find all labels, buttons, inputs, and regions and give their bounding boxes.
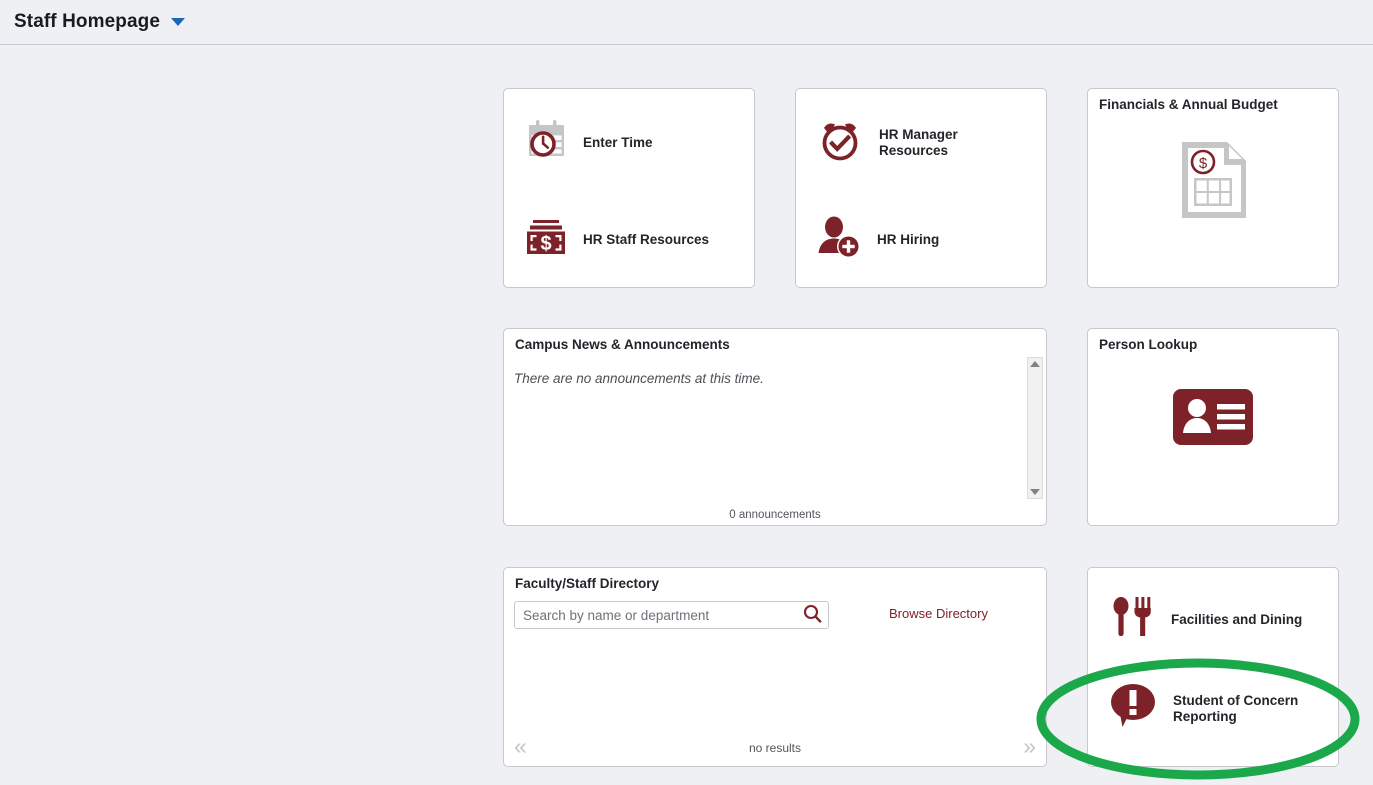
id-card-icon	[1088, 389, 1338, 445]
directory-pagination: « no results »	[514, 735, 1036, 760]
alarm-clock-check-icon	[815, 115, 865, 170]
staff-homepage: Staff Homepage Enter Time $ HR Staff Res…	[0, 0, 1373, 785]
calendar-clock-icon	[523, 117, 569, 168]
link-hr-manager-resources[interactable]: HR Manager Resources	[815, 115, 958, 170]
tile-person-lookup[interactable]: Person Lookup	[1087, 328, 1339, 526]
svg-text:$: $	[1199, 155, 1208, 172]
svg-text:$: $	[540, 233, 551, 255]
news-body: There are no announcements at this time.	[514, 363, 1016, 497]
speech-bubble-alert-icon	[1107, 681, 1159, 736]
tile-title: Faculty/Staff Directory	[515, 576, 660, 591]
directory-result-count: no results	[748, 741, 802, 755]
page-title: Staff Homepage	[14, 11, 161, 32]
news-empty-message: There are no announcements at this time.	[514, 371, 764, 386]
link-enter-time[interactable]: Enter Time	[523, 117, 653, 168]
money-stack-icon: $	[523, 214, 569, 265]
double-chevron-right-icon[interactable]: »	[1023, 735, 1036, 758]
tile-services: Facilities and Dining Student of Concern…	[1087, 567, 1339, 767]
browse-directory-link[interactable]: Browse Directory	[889, 606, 988, 621]
tile-campus-news: Campus News & Announcements There are no…	[503, 328, 1047, 526]
news-count: 0 announcements	[729, 509, 821, 521]
scroll-down-arrow-icon[interactable]	[1030, 489, 1040, 495]
link-label: HR Hiring	[877, 231, 940, 247]
news-scrollbar[interactable]	[1027, 357, 1043, 499]
tile-title: Campus News & Announcements	[515, 337, 730, 352]
link-hr-staff-resources[interactable]: $ HR Staff Resources	[523, 214, 709, 265]
tile-title: Financials & Annual Budget	[1099, 97, 1278, 112]
tile-hr: HR Manager Resources HR Hiring	[795, 88, 1047, 288]
link-label: Facilities and Dining	[1171, 611, 1303, 627]
link-facilities-and-dining[interactable]: Facilities and Dining	[1107, 593, 1302, 646]
scroll-up-arrow-icon[interactable]	[1030, 361, 1040, 367]
search-input[interactable]	[515, 602, 796, 628]
tile-financials-annual-budget[interactable]: Financials & Annual Budget $	[1087, 88, 1339, 288]
chevron-down-icon[interactable]	[171, 18, 186, 26]
magnifier-icon	[803, 604, 822, 626]
directory-search[interactable]	[514, 601, 829, 629]
link-label: HR Staff Resources	[583, 231, 710, 247]
search-button[interactable]	[796, 602, 828, 628]
link-label: Enter Time	[583, 134, 653, 150]
document-dollar-grid-icon: $	[1088, 137, 1338, 223]
page-header: Staff Homepage	[0, 0, 1373, 45]
tile-time-resources: Enter Time $ HR Staff Resources	[503, 88, 755, 288]
spoon-fork-icon	[1107, 593, 1157, 646]
link-label: Student of Concern Reporting	[1173, 693, 1299, 724]
link-label: HR Manager Resources	[879, 127, 958, 158]
person-add-icon	[815, 213, 863, 266]
link-hr-hiring[interactable]: HR Hiring	[815, 213, 939, 266]
link-student-of-concern-reporting[interactable]: Student of Concern Reporting	[1107, 681, 1298, 736]
tile-title: Person Lookup	[1099, 337, 1198, 352]
tile-faculty-staff-directory: Faculty/Staff Directory Browse Directory…	[503, 567, 1047, 767]
